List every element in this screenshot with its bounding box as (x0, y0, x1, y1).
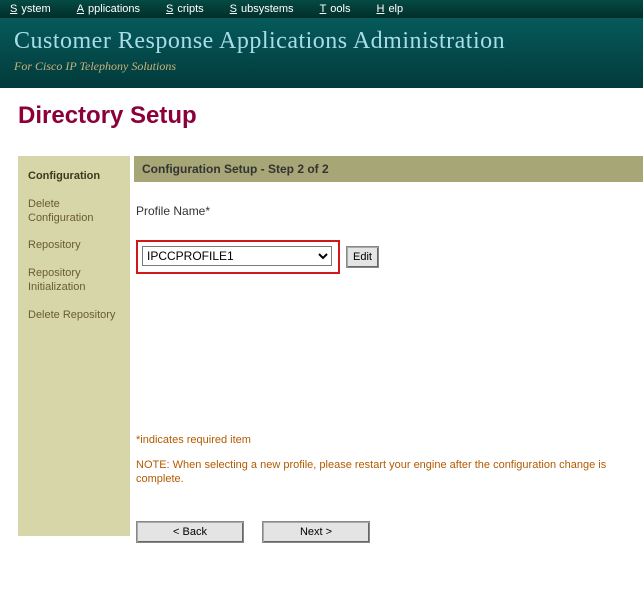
menu-system[interactable]: System (6, 2, 59, 16)
sidebar-item-repository[interactable]: Repository (28, 239, 120, 253)
menu-help[interactable]: Help (372, 2, 411, 16)
restart-note: NOTE: When selecting a new profile, plea… (136, 458, 626, 487)
sidebar-item-configuration[interactable]: Configuration (28, 170, 120, 184)
profile-name-label: Profile Name* (136, 204, 643, 218)
menubar: System Applications Scripts Subsystems T… (0, 0, 643, 18)
profile-name-select[interactable]: IPCCPROFILE1 (142, 246, 332, 266)
required-note: *indicates required item (136, 434, 643, 446)
edit-button[interactable]: Edit (346, 246, 379, 268)
sidebar: Configuration Delete Configuration Repos… (18, 156, 130, 536)
menu-subsystems[interactable]: Subsystems (226, 2, 302, 16)
app-subtitle: For Cisco IP Telephony Solutions (14, 59, 629, 74)
next-button[interactable]: Next > (262, 521, 370, 543)
app-title: Customer Response Applications Administr… (14, 28, 629, 55)
banner: Customer Response Applications Administr… (0, 18, 643, 88)
menu-tools[interactable]: Tools (316, 2, 359, 16)
menu-scripts[interactable]: Scripts (162, 2, 212, 16)
menu-applications[interactable]: Applications (73, 2, 148, 16)
profile-select-highlight: IPCCPROFILE1 (136, 240, 340, 274)
sidebar-item-delete-repository[interactable]: Delete Repository (28, 309, 120, 323)
page-title: Directory Setup (18, 102, 643, 130)
back-button[interactable]: < Back (136, 521, 244, 543)
sidebar-item-repository-initialization[interactable]: Repository Initialization (28, 267, 120, 295)
section-heading: Configuration Setup - Step 2 of 2 (134, 156, 643, 182)
sidebar-item-delete-configuration[interactable]: Delete Configuration (28, 198, 120, 226)
